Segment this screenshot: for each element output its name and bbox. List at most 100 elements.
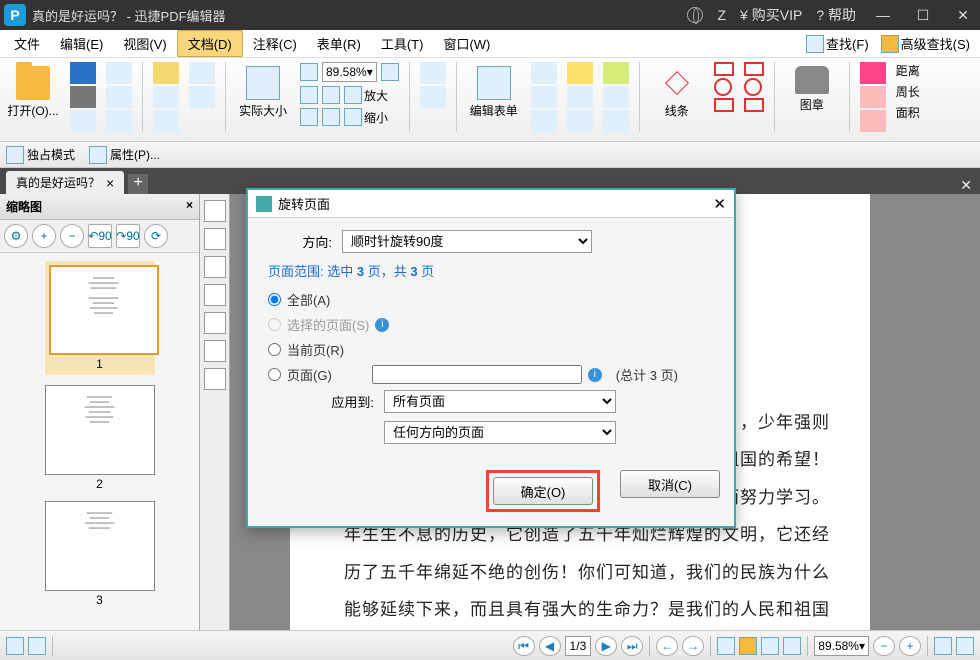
side-icon-6[interactable] <box>204 340 226 362</box>
shape-icon-2[interactable] <box>744 78 762 96</box>
globe-icon[interactable] <box>687 7 703 23</box>
zoom-in-icon[interactable] <box>381 63 399 81</box>
menu-comment[interactable]: 注释(C) <box>243 31 307 56</box>
status-icon-end1[interactable] <box>934 637 952 655</box>
zoom-in-status[interactable]: + <box>899 636 921 656</box>
shape-icon-1[interactable] <box>744 62 764 76</box>
highlight-icon[interactable] <box>567 62 593 84</box>
tool-icon-1[interactable] <box>106 110 132 132</box>
open-button[interactable]: 打开(O)... <box>6 62 60 137</box>
radio-all[interactable]: 全部(A) <box>268 290 714 309</box>
side-icon-3[interactable] <box>204 256 226 278</box>
thumb-zoom-out[interactable]: − <box>60 224 84 248</box>
help-button[interactable]: ? 帮助 <box>816 5 856 25</box>
rotate-r-icon[interactable] <box>420 86 446 108</box>
shape2-icon[interactable] <box>860 86 886 108</box>
thumbnail-1[interactable]: ▄▄▄▄▄▄▄▄▄▄▄▄▄▄▄▄▄▄▄▄▄▄▄▄▄▄▄▄▄▄▄▄▄▄▄▄▄▄▄▄… <box>45 261 155 375</box>
properties-button[interactable]: 属性(P)... <box>89 146 160 164</box>
close-button[interactable]: ✕ <box>950 7 976 24</box>
circle-icon[interactable] <box>714 78 732 96</box>
menu-edit[interactable]: 编辑(E) <box>50 31 113 56</box>
status-icon-end2[interactable] <box>956 637 974 655</box>
first-page-button[interactable]: ⏮ <box>513 636 535 656</box>
redo-icon[interactable] <box>106 86 132 108</box>
radio-current[interactable]: 当前页(R) <box>268 340 714 359</box>
fit-icon-4[interactable] <box>300 108 318 126</box>
thumb-tool-1[interactable]: ⚙ <box>4 224 28 248</box>
side-icon-7[interactable] <box>204 368 226 390</box>
radio-all-input[interactable] <box>268 293 281 306</box>
apply-to-select[interactable]: 所有页面 <box>384 390 616 413</box>
layout-icon-2[interactable] <box>739 637 757 655</box>
menu-file[interactable]: 文件 <box>4 31 50 56</box>
thumb-rotate-l[interactable]: ↶90 <box>88 224 112 248</box>
radio-pages-input[interactable] <box>268 368 281 381</box>
side-icon-4[interactable] <box>204 284 226 306</box>
ok-button[interactable]: 确定(O) <box>493 477 593 505</box>
forward-button[interactable]: → <box>682 636 704 656</box>
area-button[interactable]: 面积 <box>896 104 920 121</box>
shape-icon-3[interactable] <box>744 98 764 112</box>
status-gear-icon[interactable] <box>6 637 24 655</box>
status-icon-2[interactable] <box>28 637 46 655</box>
menu-view[interactable]: 视图(V) <box>113 31 176 56</box>
radio-current-input[interactable] <box>268 343 281 356</box>
orientation-select[interactable]: 任何方向的页面 <box>384 421 616 444</box>
text-select-icon[interactable] <box>153 110 179 132</box>
minimize-button[interactable]: — <box>870 7 896 23</box>
info-icon[interactable]: i <box>375 318 389 332</box>
zoom-out-status[interactable]: − <box>873 636 895 656</box>
side-icon-2[interactable] <box>204 228 226 250</box>
snapshot-icon[interactable] <box>189 62 215 84</box>
user-label[interactable]: Z <box>717 7 726 23</box>
direction-select[interactable]: 顺时针旋转90度 <box>342 230 592 253</box>
vip-button[interactable]: ¥ 购买VIP <box>740 5 802 25</box>
actual-size-button[interactable]: 实际大小 <box>236 62 290 137</box>
edit-form-button[interactable]: 编辑表单 <box>467 62 521 137</box>
sound-icon[interactable] <box>603 110 629 132</box>
find-button[interactable]: 查找(F) <box>800 34 875 53</box>
next-page-button[interactable]: ▶ <box>595 636 617 656</box>
menu-form[interactable]: 表单(R) <box>307 31 371 56</box>
edit-icon-1[interactable] <box>531 62 557 84</box>
undo-icon[interactable] <box>106 62 132 84</box>
tab-close-button[interactable]: × <box>106 175 114 191</box>
print-icon[interactable] <box>70 86 96 108</box>
edit-icon-2[interactable] <box>531 86 557 108</box>
rotate-l-icon[interactable] <box>420 62 446 84</box>
menu-tool[interactable]: 工具(T) <box>371 31 434 56</box>
distance-button[interactable]: 距离 <box>896 62 920 79</box>
dialog-close-button[interactable]: ✕ <box>713 195 726 213</box>
thumb-rotate-r[interactable]: ↷90 <box>116 224 140 248</box>
note-icon[interactable] <box>603 62 629 84</box>
fit-icon-1[interactable] <box>300 63 318 81</box>
fit-icon-5[interactable] <box>322 108 340 126</box>
document-tab[interactable]: 真的是好运吗？ × <box>6 171 124 194</box>
strike-icon[interactable] <box>567 86 593 108</box>
exclusive-mode-button[interactable]: 独占模式 <box>6 146 75 164</box>
status-zoom-combo[interactable]: 89.58% ▾ <box>814 636 869 656</box>
fit-icon-2[interactable] <box>300 86 318 104</box>
select-icon[interactable] <box>153 86 179 108</box>
rect-icon[interactable] <box>714 62 734 76</box>
side-icon-1[interactable] <box>204 200 226 222</box>
back-button[interactable]: ← <box>656 636 678 656</box>
thumbnail-2[interactable]: ▄▄▄▄▄▄▄▄▄▄▄▄▄▄▄▄▄▄▄▄▄▄▄▄▄▄▄▄▄▄▄▄▄▄▄▄▄▄▄▄… <box>45 385 155 491</box>
prev-page-button[interactable]: ◀ <box>539 636 561 656</box>
panel-close-button[interactable]: ✕ <box>952 177 980 194</box>
zoom-in-button[interactable]: 放大 <box>344 86 388 104</box>
eraser-icon[interactable] <box>860 62 886 84</box>
last-page-button[interactable]: ⏭ <box>621 636 643 656</box>
perimeter-button[interactable]: 周长 <box>896 83 920 100</box>
zoom-combo[interactable]: 89.58% ▾ <box>322 62 377 82</box>
lines-button[interactable]: 线条 <box>650 62 704 137</box>
pages-info-icon[interactable]: i <box>588 368 602 382</box>
zoom-out-button[interactable]: 缩小 <box>344 108 388 126</box>
tool-icon-2[interactable] <box>189 86 215 108</box>
sidebar-close-icon[interactable]: × <box>186 198 193 215</box>
pages-input[interactable] <box>372 365 582 384</box>
page-input[interactable]: 1 / 3 <box>565 636 592 656</box>
add-tab-button[interactable]: + <box>128 174 148 194</box>
maximize-button[interactable]: ☐ <box>910 7 936 24</box>
thumb-zoom-in[interactable]: + <box>32 224 56 248</box>
